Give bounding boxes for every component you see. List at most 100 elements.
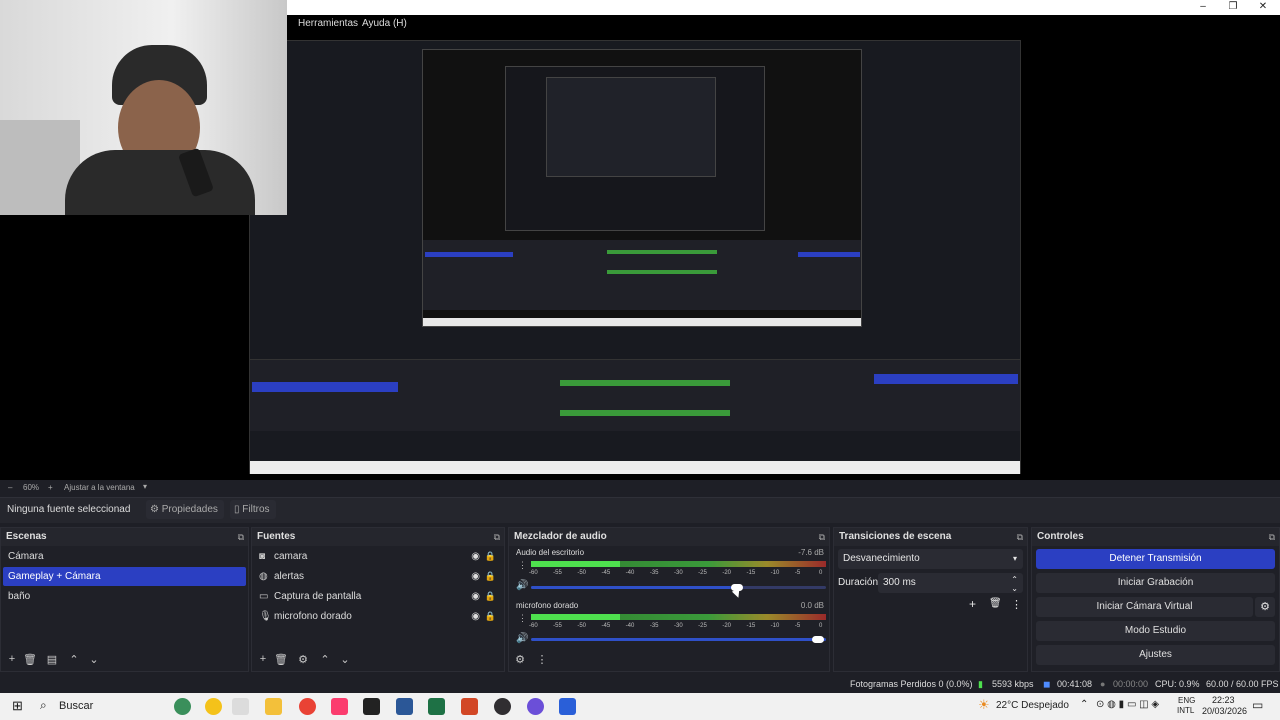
filters-button[interactable]: ▯ Filtros (230, 500, 276, 519)
close-button[interactable]: ✕ (1248, 0, 1278, 14)
weather-text[interactable]: 22°C Despejado (996, 700, 1069, 711)
dock-popout-icon[interactable]: ⧉ (819, 528, 825, 546)
meter-tick-label: -25 (698, 570, 707, 576)
app-icon[interactable] (527, 698, 544, 715)
maximize-button[interactable]: ❐ (1218, 0, 1248, 14)
sources-dock: Fuentes ⧉ ◙ camara ◉ 🔒 ◍ alertas ◉ 🔒 ▭ Ca… (251, 527, 505, 672)
tray-icons[interactable]: ⊙ ◍ ▮ ▭ ◫ ◈ (1096, 699, 1159, 710)
chrome-icon[interactable] (299, 698, 316, 715)
menu-herramientas[interactable]: Herramientas (298, 18, 358, 29)
minimize-button[interactable]: – (1188, 0, 1218, 14)
start-recording-button[interactable]: Iniciar Grabación (1036, 573, 1275, 593)
kebab-icon[interactable]: ⋮ (518, 560, 527, 571)
kebab-icon[interactable]: ⋮ (535, 653, 549, 666)
trash-icon[interactable]: 🗑 (989, 598, 1002, 609)
dock-popout-icon[interactable]: ⧉ (238, 528, 244, 546)
lock-icon[interactable]: 🔒 (485, 587, 496, 606)
volume-slider-knob[interactable] (812, 636, 824, 643)
eye-icon[interactable]: ◉ (471, 587, 480, 606)
add-icon[interactable]: + (5, 653, 19, 665)
source-item[interactable]: ◍ alertas ◉ 🔒 (254, 567, 502, 586)
preview-canvas[interactable] (249, 40, 1021, 474)
eye-icon[interactable]: ◉ (471, 607, 480, 626)
clock-date[interactable]: 20/03/2026 (1202, 706, 1247, 716)
duration-input[interactable]: 300 ms ⌃ ⌄ (878, 573, 1023, 593)
lock-icon[interactable]: 🔒 (485, 547, 496, 566)
trash-icon[interactable]: 🗑 (274, 653, 288, 666)
source-item[interactable]: 🎙 microfono dorado ◉ 🔒 (254, 607, 502, 626)
lock-icon[interactable]: 🔒 (485, 607, 496, 626)
globe-icon[interactable] (174, 698, 191, 715)
music-icon[interactable] (331, 698, 348, 715)
scene-item[interactable]: baño (3, 587, 246, 606)
meter-tick-label: -5 (794, 623, 801, 629)
notification-icon[interactable]: ▭ (1252, 698, 1263, 712)
nested-preview-innermost (546, 77, 716, 177)
add-icon[interactable]: + (969, 597, 976, 611)
meter-tick-label: -60 (529, 570, 538, 576)
meter-tick-label: -30 (674, 623, 683, 629)
capcut-icon[interactable] (363, 698, 380, 715)
source-item[interactable]: ◙ camara ◉ 🔒 (254, 547, 502, 566)
chevron-down-icon[interactable]: ⌄ (87, 653, 101, 666)
menu-ayuda[interactable]: Ayuda (H) (362, 18, 407, 29)
gear-icon[interactable]: ⚙ (296, 653, 310, 666)
fit-to-window-button[interactable]: Ajustar a la ventana (64, 483, 135, 492)
source-item[interactable]: ▭ Captura de pantalla ◉ 🔒 (254, 587, 502, 606)
zoom-out-button[interactable]: – (8, 483, 12, 492)
properties-button[interactable]: ⚙ Propiedades (146, 500, 224, 519)
clock-time[interactable]: 22:23 (1212, 695, 1235, 705)
kebab-icon[interactable]: ⋮ (518, 613, 527, 624)
lock-icon[interactable]: 🔒 (485, 567, 496, 586)
obs-icon[interactable] (494, 698, 511, 715)
task-view-icon[interactable] (232, 698, 249, 715)
widget-icon[interactable] (205, 698, 222, 715)
speaker-icon[interactable]: 🔊 (516, 580, 528, 591)
zoom-in-button[interactable]: + (48, 483, 53, 492)
gear-icon[interactable]: ⚙ (513, 653, 527, 666)
dock-popout-icon[interactable]: ⧉ (1269, 528, 1275, 546)
taskbar-search[interactable]: Buscar (59, 700, 93, 712)
kebab-icon[interactable]: ⋮ (1011, 598, 1022, 611)
lang-primary[interactable]: ENG (1178, 696, 1195, 705)
trash-icon[interactable]: 🗑 (23, 653, 37, 666)
transition-value: Desvanecimiento (843, 553, 920, 564)
chevron-up-icon[interactable]: ⌃ (67, 653, 81, 666)
lang-secondary[interactable]: INTL (1177, 706, 1194, 715)
folder-icon[interactable] (265, 698, 282, 715)
studio-mode-button[interactable]: Modo Estudio (1036, 621, 1275, 641)
meter-tick-label: -45 (601, 570, 611, 576)
speaker-icon[interactable]: 🔊 (516, 633, 528, 644)
scene-item[interactable]: Cámara (3, 547, 246, 566)
scene-item-selected[interactable]: Gameplay + Cámara (3, 567, 246, 586)
meter-tick-label: -10 (770, 570, 780, 576)
volume-slider-fill[interactable] (531, 638, 826, 641)
chevron-up-icon[interactable]: ⌃ (318, 653, 332, 666)
nested-taskbar (423, 318, 861, 326)
start-virtual-camera-button[interactable]: Iniciar Cámara Virtual (1036, 597, 1253, 617)
sources-toolbar: + 🗑 ⚙ ⌃ ⌄ (252, 649, 504, 671)
search-icon[interactable]: ⌕ (40, 698, 47, 713)
app-icon[interactable] (559, 698, 576, 715)
weather-icon: ☀ (978, 697, 990, 712)
taskbar: ⊞ ⌕ Buscar ☀ 22°C Despejado ⌃ ⊙ ◍ ▮ ▭ ◫ … (0, 693, 1280, 720)
windows-start-icon[interactable]: ⊞ (12, 698, 23, 714)
dock-popout-icon[interactable]: ⧉ (494, 528, 500, 546)
add-icon[interactable]: + (256, 653, 270, 665)
settings-button[interactable]: Ajustes (1036, 645, 1275, 665)
powerpoint-icon[interactable] (461, 698, 478, 715)
filter-icon[interactable]: ▤ (45, 653, 59, 666)
stepper-down-icon[interactable]: ⌄ (1011, 579, 1018, 599)
eye-icon[interactable]: ◉ (471, 547, 480, 566)
stop-streaming-button[interactable]: Detener Transmisión (1036, 549, 1275, 569)
word-icon[interactable] (396, 698, 413, 715)
chevron-up-icon[interactable]: ⌃ (1080, 699, 1088, 710)
excel-icon[interactable] (428, 698, 445, 715)
eye-icon[interactable]: ◉ (471, 567, 480, 586)
nested-preview-inner (505, 66, 765, 231)
chevron-down-icon[interactable]: ⌄ (338, 653, 352, 666)
dock-popout-icon[interactable]: ⧉ (1017, 528, 1023, 546)
virtual-camera-settings-button[interactable]: ⚙ (1255, 597, 1275, 617)
zoom-dropdown-icon[interactable]: ▾ (143, 482, 147, 491)
transition-select[interactable]: Desvanecimiento ▾ (838, 549, 1023, 569)
